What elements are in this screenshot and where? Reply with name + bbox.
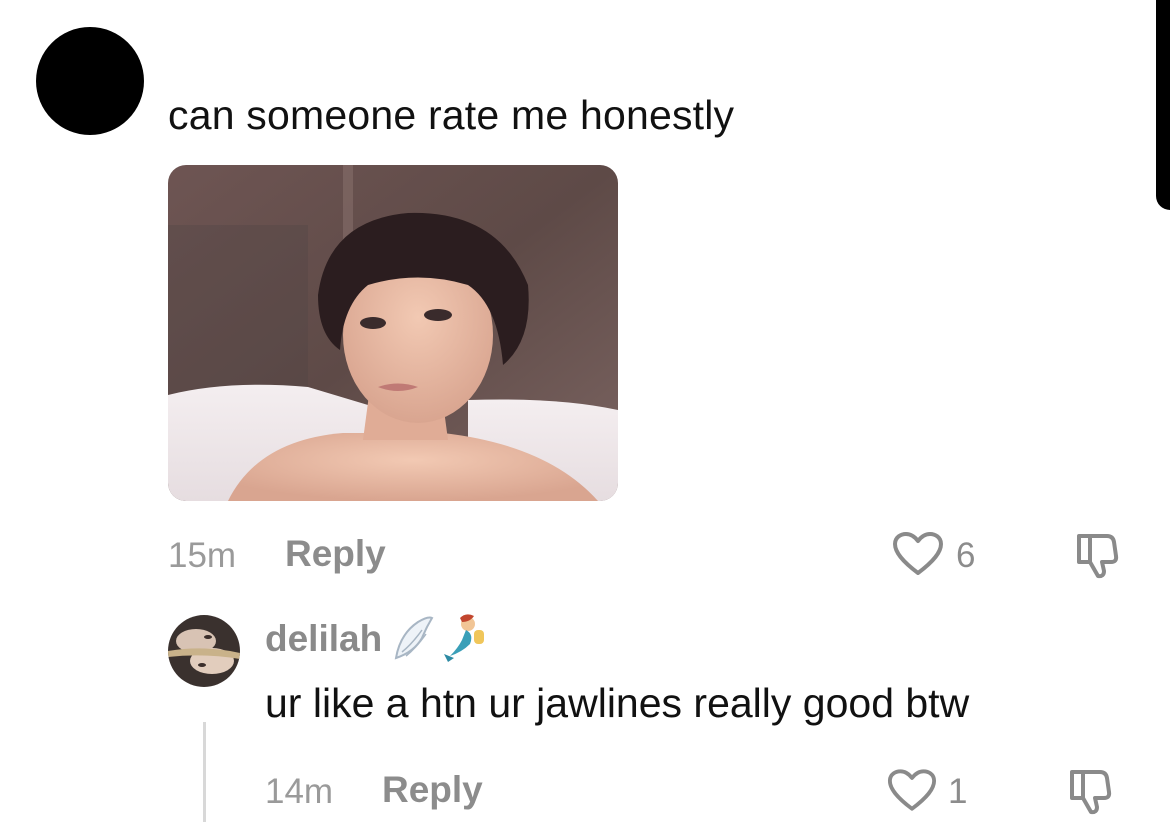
thumbs-down-icon — [1070, 770, 1112, 815]
reply-text: ur like a htn ur jawlines really good bt… — [265, 680, 970, 726]
avatar-image — [168, 615, 240, 687]
reply-username[interactable]: delilah — [265, 618, 382, 660]
thumbs-down-icon — [1077, 534, 1119, 579]
reply-avatar[interactable] — [168, 615, 240, 687]
edge-bar — [1156, 0, 1170, 210]
reply-like-count: 1 — [948, 772, 968, 811]
like-button[interactable] — [892, 531, 944, 577]
comment-text: can someone rate me honestly — [168, 92, 735, 138]
photo-image — [168, 165, 618, 501]
reply-button[interactable]: Reply — [285, 533, 386, 575]
comment-photo[interactable] — [168, 165, 618, 501]
mermaid-icon — [440, 612, 488, 669]
heart-icon — [887, 769, 937, 811]
like-count: 6 — [956, 536, 976, 575]
angel-wing-icon — [392, 614, 434, 667]
reply-like-button[interactable] — [887, 768, 937, 813]
reply-reply-button[interactable]: Reply — [382, 769, 483, 811]
heart-icon — [893, 532, 943, 575]
reply-dislike-button[interactable] — [1066, 766, 1116, 816]
reply-timestamp: 14m — [265, 772, 334, 811]
thread-line — [203, 722, 206, 822]
dislike-button[interactable] — [1073, 530, 1123, 580]
avatar[interactable] — [36, 27, 144, 135]
comment-timestamp: 15m — [168, 536, 237, 575]
